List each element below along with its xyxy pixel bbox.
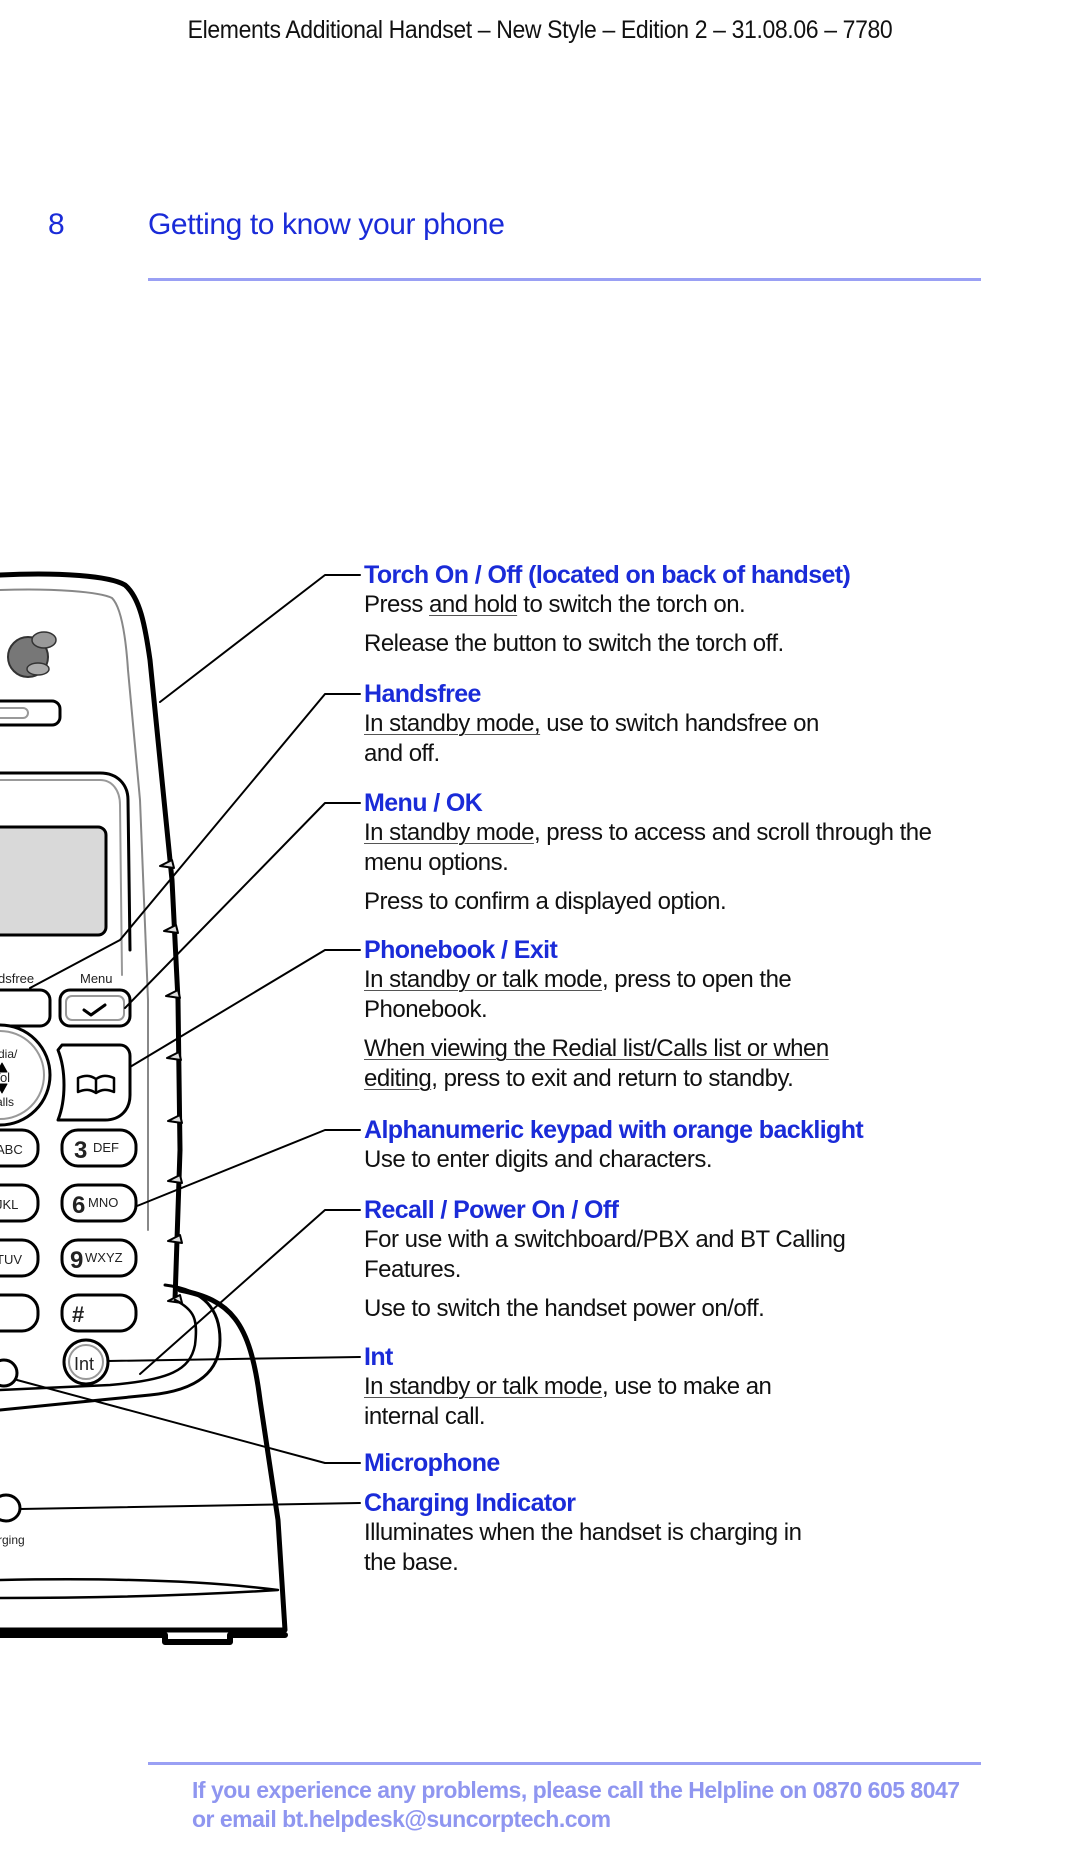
callout-paragraph: Release the button to switch the torch o… (364, 629, 964, 659)
section-title: Getting to know your phone (148, 208, 505, 241)
text-run: For use with a switchboard/PBX and BT Ca… (364, 1226, 846, 1283)
text-run: Release the button to switch the torch o… (364, 630, 784, 657)
callout-paragraph: Press and hold to switch the torch on. (364, 590, 964, 620)
header-rule (148, 278, 981, 281)
callout-title: Torch On / Off (located on back of hands… (364, 561, 851, 589)
callout-keypad: Alphanumeric keypad with orange backligh… (364, 1115, 964, 1175)
callout-body: In standby mode, use to switch handsfree… (364, 709, 834, 769)
text-run: Use to switch the handset power on/off. (364, 1295, 765, 1322)
key-9-letters: WXYZ (85, 1250, 123, 1265)
callout-paragraph: Use to switch the handset power on/off. (364, 1294, 884, 1324)
callout-paragraph: Use to enter digits and characters. (364, 1145, 964, 1175)
key-hash: # (72, 1302, 84, 1327)
key-tuv-letters: TUV (0, 1252, 22, 1267)
callout-recall-power: Recall / Power On / Off For use with a s… (364, 1195, 964, 1324)
callout-body: For use with a switchboard/PBX and BT Ca… (364, 1225, 884, 1324)
callout-paragraph: In standby mode, use to switch handsfree… (364, 709, 834, 769)
text-run: Use to enter digits and characters. (364, 1146, 713, 1173)
callout-handsfree: Handsfree In standby mode, use to switch… (364, 679, 964, 769)
earpiece-slot (0, 699, 62, 727)
label-handsfree: dsfree (0, 971, 34, 986)
text-run: Illuminates when the handset is charging… (364, 1519, 802, 1576)
underlined-text: In standby or talk mode (364, 966, 602, 993)
charging-led (0, 1493, 22, 1523)
callout-title: Recall / Power On / Off (364, 1196, 619, 1224)
key-3-letters: DEF (93, 1140, 119, 1155)
text-run: Press to confirm a displayed option. (364, 888, 727, 915)
key-6-letters: MNO (88, 1195, 118, 1210)
key-jkl-letters: JKL (0, 1197, 18, 1212)
callout-title: Microphone (364, 1449, 500, 1477)
callout-paragraph: Press to confirm a displayed option. (364, 887, 944, 917)
underlined-text: In standby mode (364, 819, 534, 846)
callout-paragraph: When viewing the Redial list/Calls list … (364, 1034, 894, 1094)
text-run: to switch the torch on. (517, 591, 746, 618)
underlined-text: In standby or talk mode (364, 1373, 602, 1400)
callout-title: Charging Indicator (364, 1489, 576, 1517)
callout-body: In standby mode, press to access and scr… (364, 818, 944, 917)
phonebook-key (56, 1043, 132, 1122)
callout-title: Phonebook / Exit (364, 936, 558, 964)
phone-diagram: dsfree Menu dia/ Vol alls ABC JKL TUV 3 … (0, 571, 361, 1645)
key-int-label: Int (74, 1354, 94, 1374)
callout-charging-indicator: Charging Indicator Illuminates when the … (364, 1488, 964, 1578)
label-redial: dia/ (0, 1047, 18, 1061)
display-screen (0, 825, 108, 937)
label-menu: Menu (80, 971, 113, 986)
bt-logo-icon (7, 631, 57, 678)
text-run: , press to exit and return to standby. (431, 1065, 794, 1092)
callout-body: Illuminates when the handset is charging… (364, 1518, 824, 1578)
label-charging: rging (0, 1533, 25, 1547)
underlined-text: and hold (429, 591, 518, 618)
callout-paragraph: In standby mode, press to access and scr… (364, 818, 944, 878)
callout-body: In standby or talk mode, use to make an … (364, 1372, 794, 1432)
underlined-text: In standby mode, (364, 710, 541, 737)
callout-body: Use to enter digits and characters. (364, 1145, 964, 1175)
callout-paragraph: For use with a switchboard/PBX and BT Ca… (364, 1225, 884, 1285)
key-9-digit: 9 (70, 1247, 83, 1274)
callout-menu-ok: Menu / OK In standby mode, press to acce… (364, 788, 964, 917)
helpline-footer: If you experience any problems, please c… (192, 1776, 960, 1834)
footer-rule (148, 1762, 981, 1765)
page-number: 8 (48, 208, 65, 241)
label-vol: Vol (0, 1070, 10, 1085)
microphone-hole (0, 1358, 19, 1388)
callout-body: In standby or talk mode, press to open t… (364, 965, 894, 1094)
handsfree-key (0, 988, 52, 1028)
callout-title: Menu / OK (364, 789, 483, 817)
callout-paragraph: Illuminates when the handset is charging… (364, 1518, 824, 1578)
callout-int: Int In standby or talk mode, use to make… (364, 1342, 964, 1432)
callout-title: Int (364, 1343, 393, 1371)
callout-title: Alphanumeric keypad with orange backligh… (364, 1116, 864, 1144)
footer-helpline: If you experience any problems, please c… (192, 1777, 960, 1803)
label-calls: alls (0, 1095, 14, 1109)
text-run: Press (364, 591, 430, 618)
callout-paragraph: In standby or talk mode, use to make an … (364, 1372, 794, 1432)
keypad (0, 1128, 138, 1333)
callout-title: Handsfree (364, 680, 481, 708)
callout-phonebook-exit: Phonebook / Exit In standby or talk mode… (364, 935, 964, 1094)
key-abc-letters: ABC (0, 1142, 23, 1157)
callout-microphone: Microphone (364, 1448, 964, 1478)
callout-torch: Torch On / Off (located on back of hands… (364, 560, 964, 659)
key-3-digit: 3 (74, 1137, 87, 1164)
callout-body: Press and hold to switch the torch on. Re… (364, 590, 964, 659)
running-head: Elements Additional Handset – New Style … (187, 16, 893, 44)
footer-email[interactable]: or email bt.helpdesk@suncorptech.com (192, 1805, 960, 1834)
key-6-digit: 6 (72, 1192, 85, 1219)
callout-paragraph: In standby or talk mode, press to open t… (364, 965, 894, 1025)
